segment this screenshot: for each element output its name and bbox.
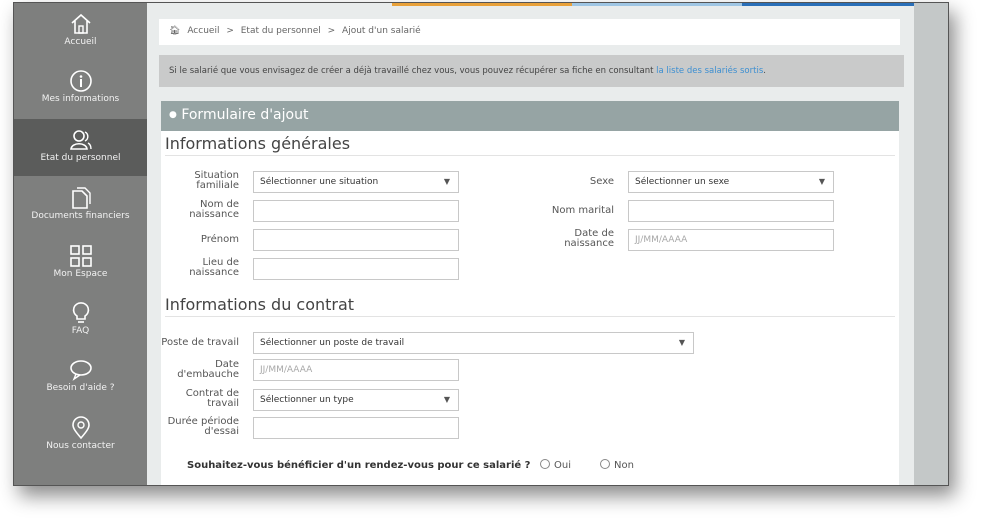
- notice-end: .: [763, 66, 766, 76]
- sidebar-item-label: Documents financiers: [31, 211, 130, 221]
- breadcrumb-current: Ajout d'un salarié: [342, 26, 421, 36]
- periode-essai-input[interactable]: [253, 417, 459, 439]
- section-title-contract: Informations du contrat: [165, 295, 355, 314]
- home-icon: [70, 13, 91, 34]
- sorted-employees-link[interactable]: la liste des salariés sortis: [656, 66, 763, 76]
- chevron-down-icon: ▼: [443, 177, 450, 186]
- breadcrumb-home[interactable]: Accueil: [187, 26, 219, 36]
- form-icon: ●: [169, 110, 177, 120]
- notice-text: Si le salarié que vous envisagez de crée…: [169, 66, 657, 76]
- info-icon: [69, 70, 92, 92]
- sidebar-item-label: Nous contacter: [46, 441, 115, 451]
- sidebar-item-faq[interactable]: FAQ: [14, 292, 147, 349]
- nom-naissance-label: Nom de naissance: [189, 199, 239, 220]
- radio-non[interactable]: Non: [600, 459, 634, 471]
- top-accent-bar: [147, 3, 914, 7]
- sidebar-item-documents-financiers[interactable]: Documents financiers: [14, 177, 147, 234]
- documents-icon: [71, 187, 91, 209]
- situation-select[interactable]: Sélectionner une situation ▼: [253, 171, 459, 193]
- date-naissance-input[interactable]: JJ/MM/AAAA: [628, 229, 834, 251]
- sidebar-item-mes-informations[interactable]: Mes informations: [14, 60, 147, 117]
- lieu-naissance-input[interactable]: [253, 258, 459, 280]
- info-notice: Si le salarié que vous envisagez de crée…: [159, 55, 904, 87]
- sidebar-item-label: Besoin d'aide ?: [46, 383, 115, 393]
- breadcrumb-separator: >: [327, 26, 336, 36]
- radio-circle-icon: [600, 459, 610, 469]
- prenom-input[interactable]: [253, 229, 459, 251]
- sidebar-item-etat-du-personnel[interactable]: Etat du personnel: [14, 119, 154, 176]
- home-icon[interactable]: 🏠︎: [169, 26, 180, 36]
- sidebar-item-label: FAQ: [71, 326, 90, 336]
- sidebar-item-label: Mes informations: [41, 94, 120, 104]
- rdv-question: Souhaitez-vous bénéficier d'un rendez-vo…: [187, 460, 531, 471]
- section-divider: [165, 155, 895, 156]
- date-embauche-label: Date d'embauche: [177, 359, 239, 380]
- contrat-select[interactable]: Sélectionner un type ▼: [253, 389, 459, 411]
- chat-icon: [69, 360, 92, 381]
- chevron-down-icon: ▼: [818, 177, 825, 186]
- sidebar-item-label: Mon Espace: [53, 269, 108, 279]
- form-header: ● Formulaire d'ajout: [161, 101, 899, 131]
- sidebar-item-label: Accueil: [64, 37, 97, 47]
- nom-marital-label: Nom marital: [551, 205, 614, 216]
- section-title-general: Informations générales: [165, 134, 351, 153]
- nom-marital-input[interactable]: [628, 200, 834, 222]
- sexe-label: Sexe: [589, 176, 614, 187]
- chevron-down-icon: ▼: [443, 395, 450, 404]
- breadcrumb: 🏠︎ Accueil > Etat du personnel > Ajout d…: [159, 19, 900, 45]
- location-icon: [71, 416, 90, 440]
- poste-label: Poste de travail: [161, 337, 239, 348]
- prenom-label: Prénom: [200, 234, 239, 245]
- form-title: Formulaire d'ajout: [181, 107, 309, 123]
- sidebar-item-besoin-aide[interactable]: Besoin d'aide ?: [14, 349, 147, 406]
- section-divider: [165, 316, 895, 317]
- sidebar-item-nous-contacter[interactable]: Nous contacter: [14, 407, 147, 464]
- lieu-naissance-label: Lieu de naissance: [189, 257, 239, 278]
- date-naissance-label: Date de naissance: [564, 228, 614, 249]
- breadcrumb-separator: >: [226, 26, 234, 36]
- nom-naissance-input[interactable]: [253, 200, 459, 222]
- sidebar: Accueil Mes informations Etat du personn…: [14, 3, 154, 485]
- add-form-panel: ● Formulaire d'ajout Informations généra…: [161, 101, 899, 485]
- radio-oui[interactable]: Oui: [540, 459, 571, 471]
- grid-icon: [69, 245, 92, 267]
- sidebar-item-mon-espace[interactable]: Mon Espace: [14, 235, 147, 292]
- bulb-icon: [72, 302, 89, 323]
- app-window: Accueil Mes informations Etat du personn…: [13, 2, 949, 486]
- users-icon: [69, 130, 92, 150]
- main-content: 🏠︎ Accueil > Etat du personnel > Ajout d…: [147, 3, 914, 485]
- date-embauche-input[interactable]: JJ/MM/AAAA: [253, 359, 459, 381]
- chevron-down-icon: ▼: [678, 338, 685, 347]
- breadcrumb-etat-du-personnel[interactable]: Etat du personnel: [241, 26, 321, 36]
- situation-label: Situation familiale: [194, 170, 239, 191]
- periode-essai-label: Durée période d'essai: [167, 416, 239, 437]
- right-scroll-gutter: [914, 3, 948, 485]
- radio-circle-icon: [540, 459, 550, 469]
- sexe-select[interactable]: Sélectionner un sexe ▼: [628, 171, 834, 193]
- poste-select[interactable]: Sélectionner un poste de travail ▼: [253, 332, 694, 354]
- sidebar-item-accueil[interactable]: Accueil: [14, 3, 147, 60]
- contrat-label: Contrat de travail: [185, 388, 239, 409]
- sidebar-item-label: Etat du personnel: [40, 153, 121, 163]
